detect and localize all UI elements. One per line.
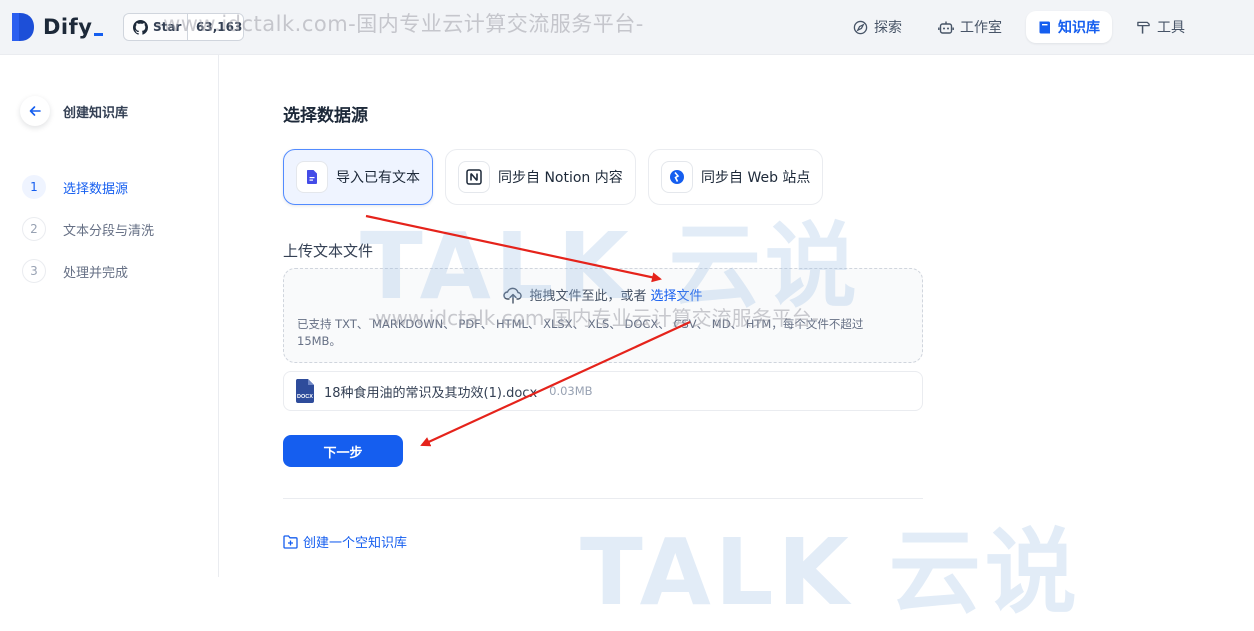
docx-badge: DOCX (297, 394, 313, 400)
source-label: 同步自 Notion 内容 (498, 170, 623, 186)
top-bar: Dify Star 63,163 -www.idctalk.com-国内专业云计… (0, 0, 1254, 55)
sidebar-title: 创建知识库 (63, 106, 129, 121)
main-content: 选择数据源 导入已有文本 同步自 Notion 内容 同步自 Web 站点 上传… (220, 55, 1254, 577)
dify-logo-icon (12, 13, 34, 41)
file-size: 0.03MB (549, 384, 593, 398)
watermark-top: -www.idctalk.com-国内专业云计算交流服务平台- (155, 12, 644, 36)
cloud-upload-icon (503, 287, 523, 304)
hammer-icon (1137, 21, 1150, 34)
nav-tools-label: 工具 (1157, 20, 1185, 36)
nav-studio-label: 工作室 (960, 20, 1002, 36)
file-text-icon (296, 161, 328, 193)
docx-file-icon: DOCX (295, 379, 314, 403)
web-icon (661, 161, 693, 193)
nav-explore-label: 探索 (874, 20, 902, 36)
back-button[interactable] (20, 96, 50, 126)
create-empty-knowledge-link[interactable]: 创建一个空知识库 (283, 532, 407, 551)
folder-plus-icon (283, 534, 298, 549)
book-icon (1039, 21, 1050, 33)
nav-knowledge[interactable]: 知识库 (1026, 11, 1112, 43)
select-file-link[interactable]: 选择文件 (651, 285, 703, 304)
step-number: 1 (22, 175, 46, 199)
arrow-left-icon (29, 106, 41, 116)
step-label: 文本分段与清洗 (63, 223, 155, 239)
step-1: 1 选择数据源 (22, 175, 128, 199)
nav-studio[interactable]: 工作室 (926, 11, 1014, 43)
robot-icon (938, 21, 954, 34)
logo-text: Dify (43, 15, 104, 39)
steps-sidebar: 创建知识库 1 选择数据源 2 文本分段与清洗 3 处理并完成 (0, 55, 219, 577)
source-web-option[interactable]: 同步自 Web 站点 (648, 149, 823, 205)
step-label: 处理并完成 (63, 265, 129, 281)
step-number: 3 (22, 259, 46, 283)
step-label: 选择数据源 (63, 181, 129, 197)
page-title: 选择数据源 (283, 106, 368, 126)
source-label: 同步自 Web 站点 (701, 170, 811, 186)
source-label: 导入已有文本 (336, 170, 420, 186)
file-dropzone[interactable]: 拖拽文件至此，或者 选择文件 已支持 TXT、 MARKDOWN、 PDF、 H… (283, 268, 923, 363)
step-3: 3 处理并完成 (22, 259, 128, 283)
supported-formats-hint: 已支持 TXT、 MARKDOWN、 PDF、 HTML、 XLSX、 XLS、… (297, 317, 864, 348)
nav-explore[interactable]: 探索 (841, 11, 914, 43)
divider (283, 498, 923, 499)
nav-knowledge-label: 知识库 (1058, 20, 1100, 36)
compass-icon (853, 20, 868, 34)
step-number: 2 (22, 217, 46, 241)
notion-icon (458, 161, 490, 193)
dify-logo[interactable]: Dify (12, 12, 104, 42)
github-icon (133, 19, 148, 35)
source-notion-option[interactable]: 同步自 Notion 内容 (445, 149, 636, 205)
uploaded-file-item[interactable]: DOCX 18种食用油的常识及其功效(1).docx 0.03MB (283, 371, 923, 411)
next-step-button[interactable]: 下一步 (283, 435, 403, 467)
step-2: 2 文本分段与清洗 (22, 217, 154, 241)
source-file-option[interactable]: 导入已有文本 (283, 149, 433, 205)
nav-tools[interactable]: 工具 (1124, 11, 1197, 43)
drop-text: 拖拽文件至此，或者 (529, 289, 647, 304)
create-empty-label: 创建一个空知识库 (303, 536, 408, 551)
file-name: 18种食用油的常识及其功效(1).docx (324, 385, 538, 401)
main-nav: 探索 工作室 知识库 工具 (841, 11, 1254, 43)
upload-section-label: 上传文本文件 (283, 242, 374, 260)
